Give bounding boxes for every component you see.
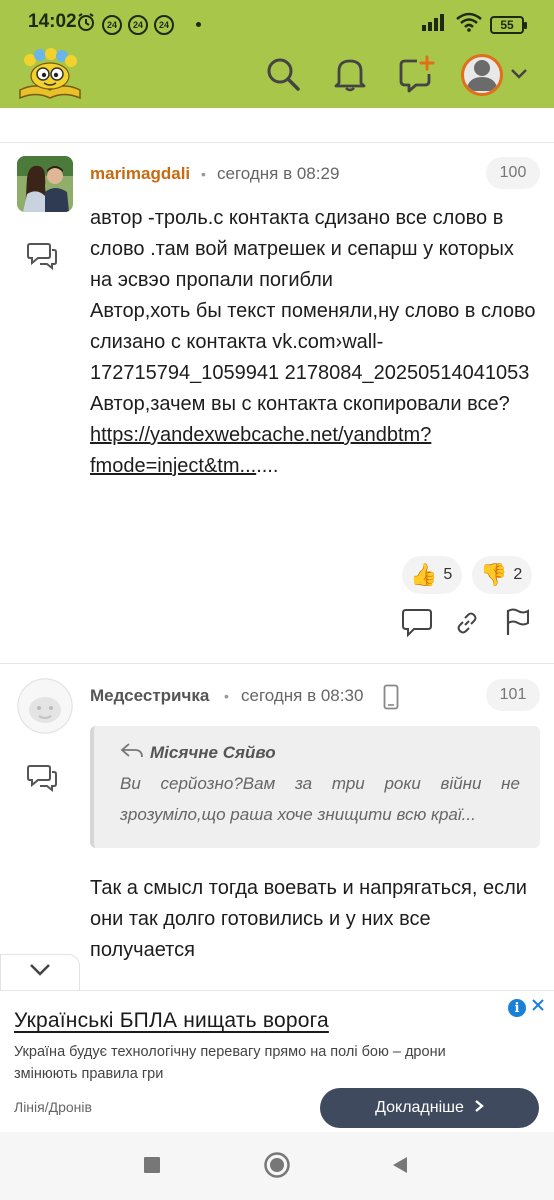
ad-info-icon[interactable]: i <box>508 999 526 1017</box>
reply-icon[interactable] <box>26 764 58 797</box>
notifications-button[interactable] <box>330 56 370 96</box>
recents-button[interactable] <box>137 1152 167 1182</box>
notification-badge: 24 <box>102 14 122 35</box>
status-right-icons: 55 <box>422 12 527 37</box>
comment-paragraph: Автор,хоть бы текст поменяли,ну слово в … <box>90 300 536 384</box>
comment-paragraph: автор -троль.с контакта сдизано все слов… <box>90 207 514 291</box>
comment-text: автор -троль.с контакта сдизано все слов… <box>90 203 540 482</box>
link-icon <box>454 610 480 641</box>
comment-paragraph-text: Автор,зачем вы с контакта скопировали вс… <box>90 393 510 415</box>
home-icon <box>263 1151 291 1184</box>
comment-number-badge[interactable]: 100 <box>486 157 540 189</box>
ad-source: Лінія/Дронів <box>14 1099 92 1115</box>
ad-description: Україна будує технологічну перевагу прям… <box>14 1044 446 1082</box>
comment-date: сегодня в 08:29 <box>217 164 340 183</box>
back-button[interactable] <box>385 1152 415 1182</box>
search-button[interactable] <box>263 56 303 96</box>
logo-icon[interactable] <box>16 48 84 104</box>
thumbs-down-icon: 👎 <box>480 562 508 587</box>
close-icon <box>531 998 545 1017</box>
ad-more-button[interactable]: Докладніше <box>320 1088 539 1128</box>
alarm-icon <box>76 12 96 37</box>
like-count: 5 <box>443 566 453 583</box>
chevron-down-icon <box>509 67 529 86</box>
dislike-count: 2 <box>513 566 523 583</box>
comment-author[interactable]: marimagdali <box>90 164 190 184</box>
ad-button-label: Докладніше <box>375 1099 464 1116</box>
wifi-icon <box>456 12 482 37</box>
new-message-button[interactable] <box>396 55 436 98</box>
reply-button[interactable] <box>400 607 434 641</box>
user-avatar-button[interactable] <box>461 54 503 96</box>
commenter-avatar[interactable] <box>17 156 73 212</box>
reply-icon <box>401 607 433 642</box>
status-bar: 14:02 24 24 24 55 <box>0 0 554 44</box>
dislike-button[interactable]: 👎 2 <box>472 556 533 594</box>
copy-link-button[interactable] <box>450 608 484 642</box>
status-time: 14:02 <box>28 11 77 32</box>
chevron-right-icon <box>474 1099 484 1118</box>
divider <box>0 663 554 664</box>
comment: marimagdali • сегодня в 08:29 100 автор … <box>0 150 554 660</box>
quote-author: Місячне Сяйво <box>120 742 276 763</box>
link-suffix: .... <box>256 455 279 477</box>
like-button[interactable]: 👍 5 <box>402 556 463 594</box>
reply-icon[interactable] <box>26 242 58 275</box>
new-message-icon <box>397 55 435 98</box>
more-notifications-dot <box>196 22 201 27</box>
ad-banner[interactable]: Українські БПЛА нищать ворога Україна бу… <box>0 990 554 1132</box>
status-left-icons: 24 24 24 <box>76 12 201 37</box>
quoted-comment[interactable]: Місячне Сяйво Ви серйозно?Вам за три рок… <box>90 726 540 848</box>
search-icon <box>265 56 301 97</box>
comment-date: сегодня в 08:30 <box>241 686 364 705</box>
home-button[interactable] <box>262 1151 292 1184</box>
quote-author-name: Місячне Сяйво <box>150 742 276 762</box>
app-header <box>0 44 554 108</box>
reply-arrow-icon <box>120 742 144 763</box>
account-menu-button[interactable] <box>505 56 533 96</box>
system-navigation-bar <box>0 1132 554 1200</box>
comment-number-badge[interactable]: 101 <box>486 679 540 711</box>
separator: • <box>224 688 229 704</box>
back-icon <box>390 1155 410 1180</box>
notification-badge: 24 <box>128 14 148 35</box>
avatar-icon <box>464 57 500 93</box>
collapse-ad-button[interactable] <box>0 954 80 990</box>
ad-close-button[interactable] <box>528 997 548 1017</box>
comment-paragraph: Автор,зачем вы с контакта скопировали вс… <box>90 389 540 482</box>
comment-author[interactable]: Медсестричка <box>90 686 209 706</box>
chevron-down-icon <box>28 962 52 983</box>
mobile-device-icon <box>383 684 399 715</box>
separator: • <box>201 166 206 182</box>
bell-icon <box>333 56 367 97</box>
divider <box>0 142 554 143</box>
ad-title[interactable]: Українські БПЛА нищать ворога <box>14 1009 329 1033</box>
comment: Медсестричка • сегодня в 08:30 101 Місяч… <box>0 672 554 962</box>
thumbs-up-icon: 👍 <box>410 562 438 587</box>
comment-text: Так а смысл тогда воевать и напрягаться,… <box>90 877 527 961</box>
battery-icon: 55 <box>490 15 527 34</box>
commenter-avatar[interactable] <box>17 678 73 734</box>
flag-icon <box>503 607 531 642</box>
quote-text: Ви серйозно?Вам за три роки війни не зро… <box>120 774 520 824</box>
notification-badge: 24 <box>154 14 174 35</box>
signal-icon <box>422 13 448 36</box>
recents-icon <box>143 1156 161 1179</box>
report-button[interactable] <box>500 607 534 641</box>
